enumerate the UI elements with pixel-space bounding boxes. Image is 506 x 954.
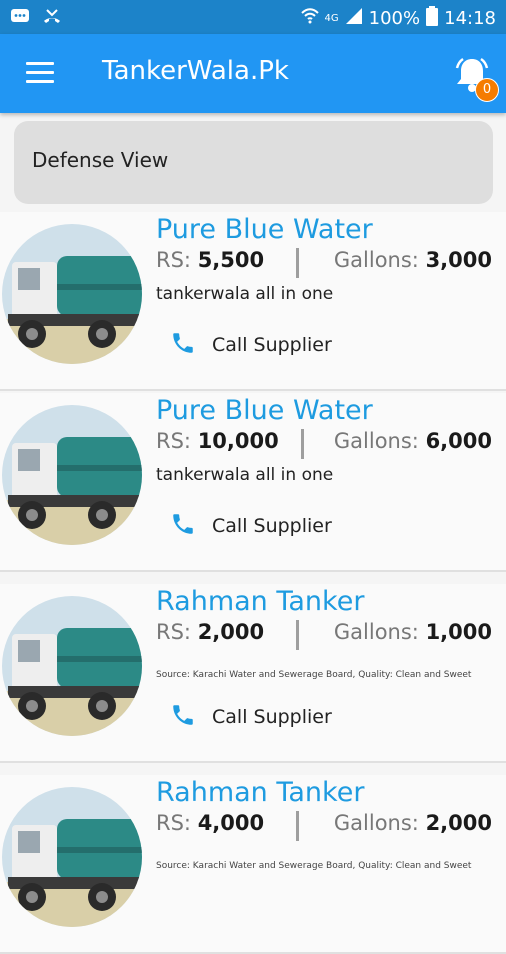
price-value: 4,000 bbox=[197, 811, 265, 835]
network-type: 4G bbox=[324, 13, 339, 24]
location-selector[interactable]: Defense View bbox=[14, 121, 493, 204]
price: RS: 10,000 bbox=[156, 429, 279, 453]
gallons: Gallons: 1,000 bbox=[334, 620, 492, 644]
gallons: Gallons: 3,000 bbox=[334, 248, 492, 272]
clock: 14:18 bbox=[444, 8, 496, 29]
gallons: Gallons: 2,000 bbox=[334, 811, 492, 835]
gallons-label: Gallons: bbox=[333, 429, 419, 453]
supplier-description: tankerwala all in one bbox=[156, 284, 334, 304]
supplier-name[interactable]: Rahman Tanker bbox=[156, 586, 364, 617]
call-supplier-button[interactable]: Call Supplier bbox=[170, 511, 332, 541]
gallons-value: 2,000 bbox=[425, 811, 492, 835]
wifi-icon bbox=[300, 7, 319, 30]
app-bar: TankerWala.Pk 0 bbox=[0, 34, 506, 113]
price-value: 5,500 bbox=[197, 248, 265, 272]
call-supplier-label: Call Supplier bbox=[212, 706, 332, 728]
gallons-label: Gallons: bbox=[333, 620, 419, 644]
divider bbox=[296, 248, 299, 278]
price-row: RS: 2,000 Gallons: 1,000 bbox=[156, 620, 492, 652]
price-label: RS: bbox=[156, 811, 191, 835]
menu-icon[interactable] bbox=[26, 62, 54, 84]
price: RS: 2,000 bbox=[156, 620, 264, 644]
gallons-value: 6,000 bbox=[425, 429, 492, 453]
price-value: 10,000 bbox=[197, 429, 279, 453]
gallons-label: Gallons: bbox=[333, 248, 419, 272]
phone-icon bbox=[170, 511, 196, 541]
battery-percent: 100% bbox=[368, 8, 421, 29]
call-supplier-label: Call Supplier bbox=[212, 334, 332, 356]
supplier-card[interactable]: Rahman Tanker RS: 4,000 Gallons: 2,000 S… bbox=[0, 775, 506, 954]
gallons: Gallons: 6,000 bbox=[334, 429, 492, 453]
tanker-image bbox=[2, 405, 142, 545]
battery-icon bbox=[426, 6, 439, 31]
supplier-description: tankerwala all in one bbox=[156, 465, 334, 485]
location-name: Defense View bbox=[32, 148, 169, 172]
notification-badge: 0 bbox=[475, 78, 499, 102]
supplier-description: Source: Karachi Water and Sewerage Board… bbox=[156, 670, 472, 680]
price-label: RS: bbox=[156, 248, 191, 272]
supplier-description: Source: Karachi Water and Sewerage Board… bbox=[156, 861, 472, 871]
tanker-image bbox=[2, 596, 142, 736]
supplier-name[interactable]: Pure Blue Water bbox=[156, 214, 373, 245]
tanker-image bbox=[2, 224, 142, 364]
divider bbox=[301, 429, 304, 459]
supplier-card[interactable]: Pure Blue Water RS: 10,000 Gallons: 6,00… bbox=[0, 393, 506, 572]
gallons-value: 3,000 bbox=[425, 248, 492, 272]
price-label: RS: bbox=[156, 620, 191, 644]
call-supplier-label: Call Supplier bbox=[212, 515, 332, 537]
app-title: TankerWala.Pk bbox=[102, 56, 289, 86]
missed-call-icon bbox=[42, 7, 62, 31]
gallons-value: 1,000 bbox=[425, 620, 492, 644]
price: RS: 4,000 bbox=[156, 811, 264, 835]
supplier-name[interactable]: Pure Blue Water bbox=[156, 395, 373, 426]
price-label: RS: bbox=[156, 429, 191, 453]
supplier-name[interactable]: Rahman Tanker bbox=[156, 777, 364, 808]
price-row: RS: 4,000 Gallons: 2,000 bbox=[156, 811, 492, 843]
chat-icon bbox=[10, 7, 30, 31]
price-value: 2,000 bbox=[197, 620, 265, 644]
price: RS: 5,500 bbox=[156, 248, 264, 272]
divider bbox=[296, 811, 299, 841]
gallons-label: Gallons: bbox=[333, 811, 419, 835]
signal-icon bbox=[345, 7, 363, 30]
call-supplier-button[interactable]: Call Supplier bbox=[170, 330, 332, 360]
phone-icon bbox=[170, 702, 196, 732]
phone-icon bbox=[170, 330, 196, 360]
price-row: RS: 10,000 Gallons: 6,000 bbox=[156, 429, 492, 461]
divider bbox=[296, 620, 299, 650]
call-supplier-button[interactable]: Call Supplier bbox=[170, 702, 332, 732]
supplier-card[interactable]: Pure Blue Water RS: 5,500 Gallons: 3,000… bbox=[0, 212, 506, 391]
price-row: RS: 5,500 Gallons: 3,000 bbox=[156, 248, 492, 280]
tanker-image bbox=[2, 787, 142, 927]
supplier-card[interactable]: Rahman Tanker RS: 2,000 Gallons: 1,000 S… bbox=[0, 584, 506, 763]
status-bar: 4G 100% 14:18 bbox=[0, 0, 506, 34]
